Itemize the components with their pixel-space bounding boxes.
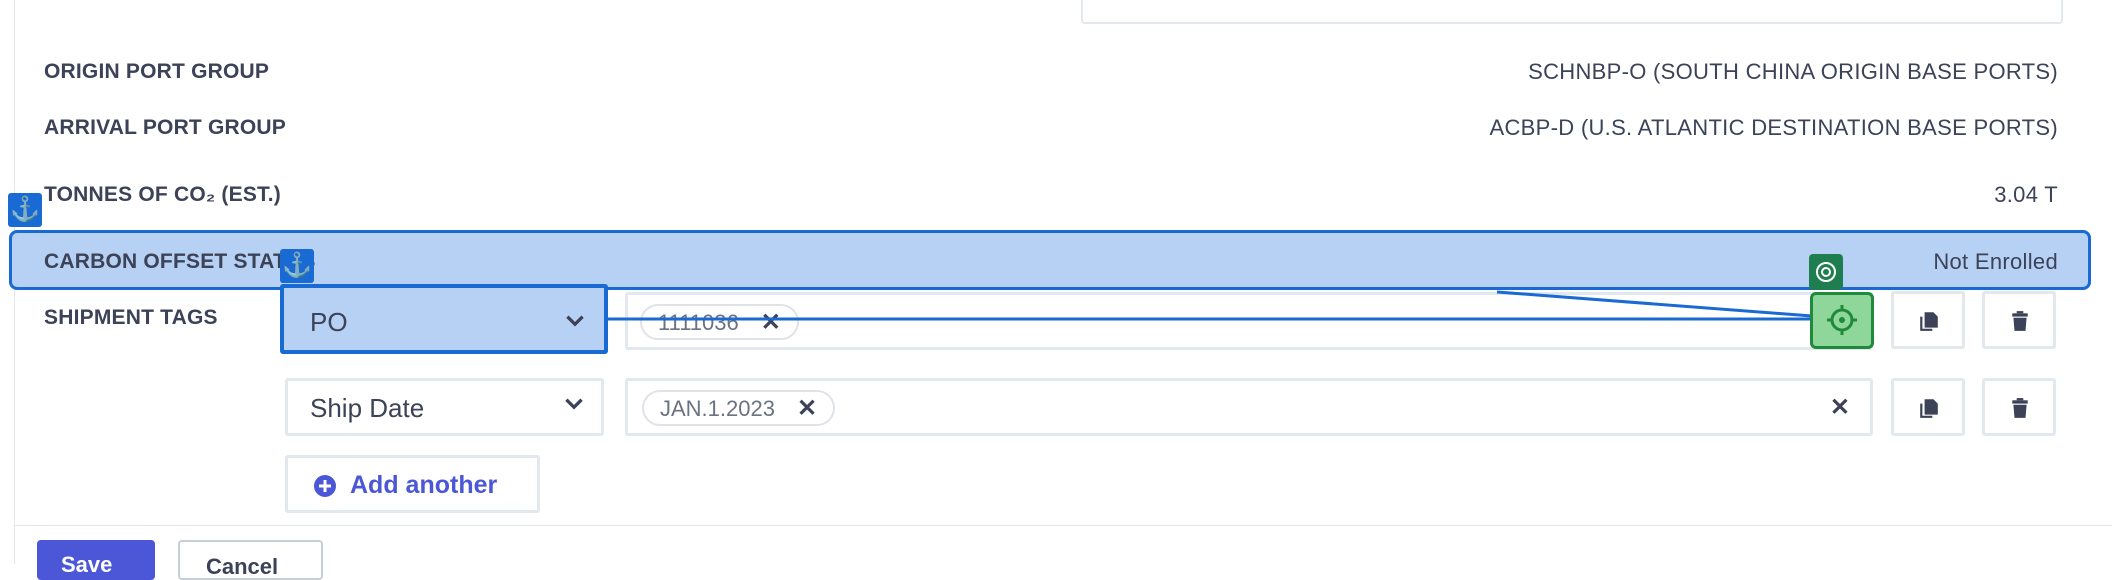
tag-values-input-2[interactable]: JAN.1.2023 ✕ ✕ [625,378,1873,436]
target-icon[interactable] [1810,292,1874,349]
tag-chip-2-text: JAN.1.2023 [660,396,775,421]
copy-icon [1920,312,1938,331]
plus-circle-icon [314,475,336,497]
add-another-button[interactable]: Add another [285,455,540,513]
clear-all-icon[interactable]: ✕ [1830,393,1850,422]
copy-button-2[interactable] [1891,378,1965,436]
delete-button-2[interactable] [1982,378,2056,436]
delete-button-1[interactable] [1982,291,2056,349]
tag-type-select-2-value: Ship Date [310,393,425,423]
target-badge-icon [1809,254,1843,290]
copy-icon [1920,399,1938,418]
trash-icon [2012,398,2028,418]
save-button-label: Save [61,552,113,577]
copy-button-1[interactable] [1891,291,1965,349]
save-button[interactable]: Save [37,540,155,580]
cancel-button-label: Cancel [206,554,279,579]
tag-chip-2: JAN.1.2023 ✕ [642,390,836,426]
chevron-down-icon [565,398,583,410]
tag-type-select-2[interactable]: Ship Date [285,378,604,436]
close-icon[interactable]: ✕ [797,395,817,422]
cancel-button[interactable]: Cancel [178,540,323,580]
add-another-label: Add another [350,471,498,499]
trash-icon [2012,311,2028,331]
